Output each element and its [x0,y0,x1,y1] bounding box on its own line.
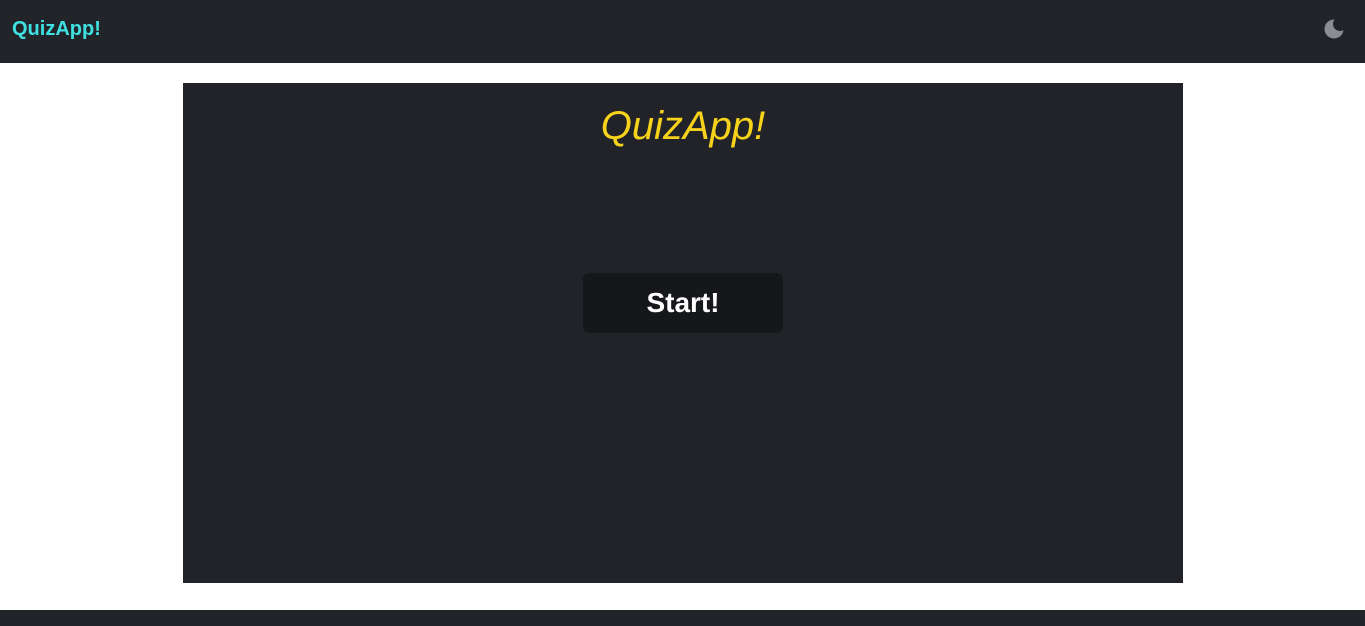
theme-toggle-button[interactable] [1323,18,1345,40]
quiz-title: QuizApp! [600,104,766,148]
start-button[interactable]: Start! [583,273,783,333]
footer [0,610,1365,626]
brand-link[interactable]: QuizApp! [12,17,101,41]
navbar: QuizApp! [0,0,1365,63]
quiz-card: QuizApp! Start! [183,83,1183,583]
moon-icon [1323,18,1345,40]
